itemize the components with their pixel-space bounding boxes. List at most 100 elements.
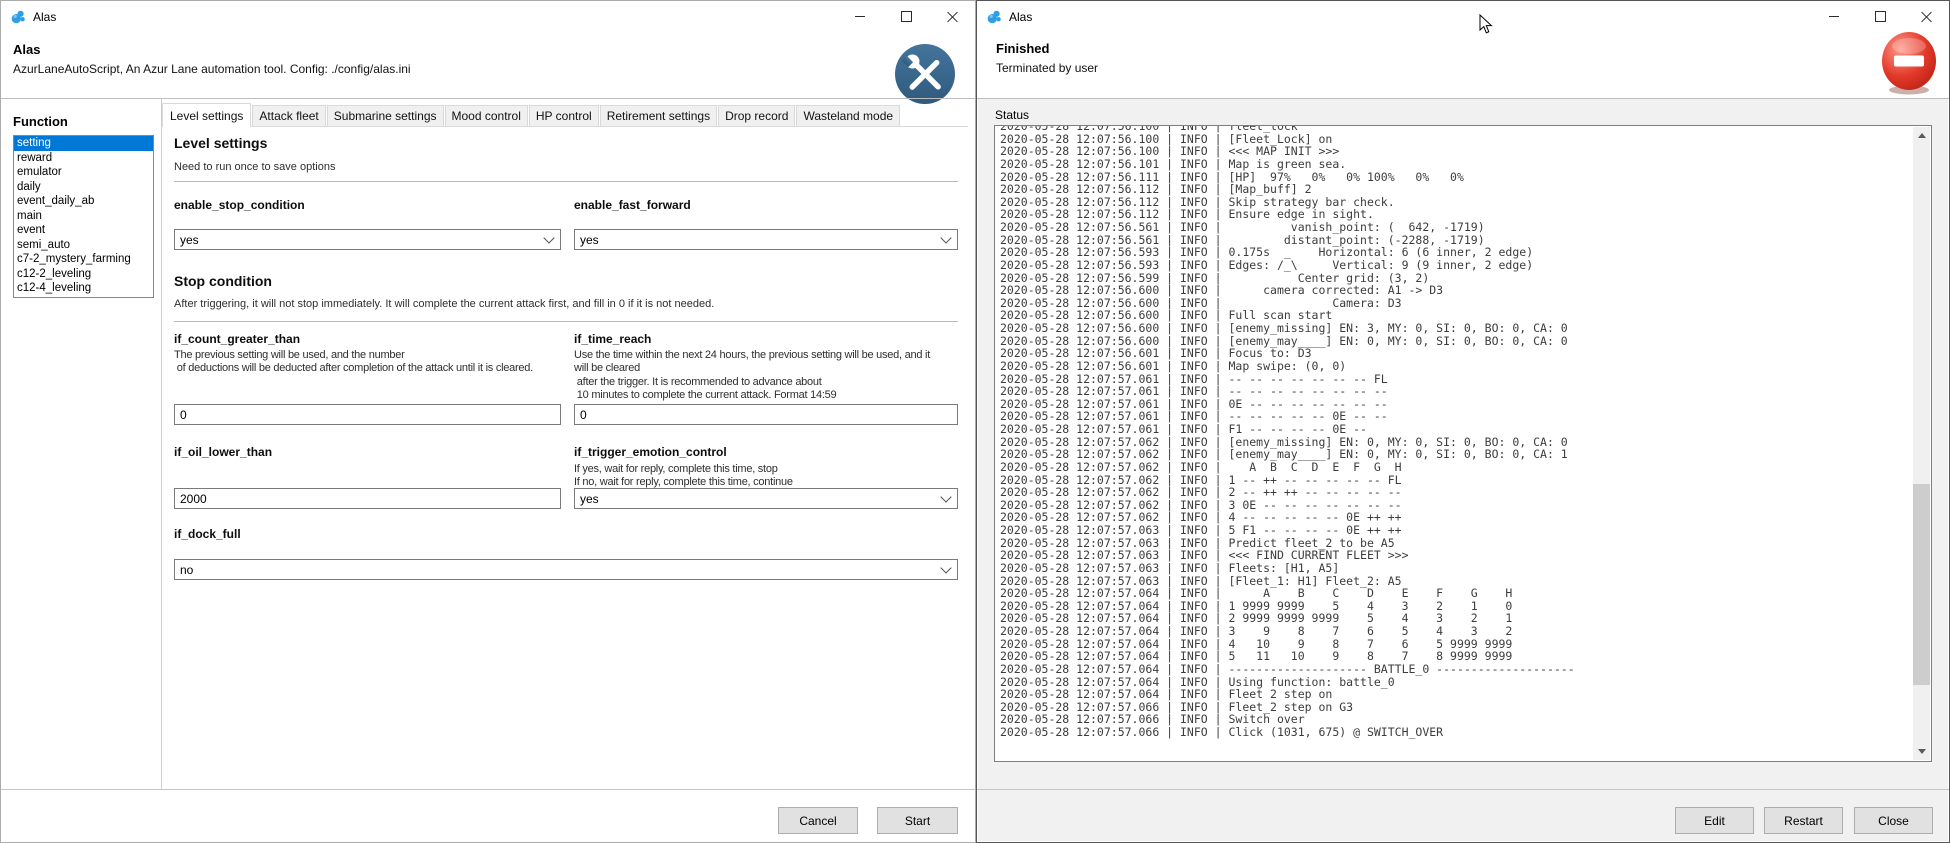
caption-buttons bbox=[1811, 1, 1949, 31]
log-line: 2020-05-28 12:07:57.064 | INFO | A B C D… bbox=[1000, 587, 1931, 600]
chevron-down-icon bbox=[940, 491, 951, 502]
chevron-down-icon bbox=[940, 232, 951, 243]
if-time-reach-label: if_time_reach bbox=[574, 332, 958, 346]
header-divider bbox=[1, 98, 975, 99]
function-list-item[interactable]: emulator bbox=[14, 165, 153, 180]
function-list-item[interactable]: event bbox=[14, 223, 153, 238]
tools-badge-icon bbox=[894, 43, 956, 110]
function-list-item[interactable]: setting bbox=[14, 136, 153, 151]
page-title: Alas bbox=[13, 42, 411, 57]
start-button[interactable]: Start bbox=[877, 807, 958, 834]
tab[interactable]: Attack fleet bbox=[252, 105, 325, 126]
section-title-level-settings: Level settings bbox=[174, 135, 267, 151]
log-line: 2020-05-28 12:07:56.593 | INFO | Edges: … bbox=[1000, 259, 1931, 272]
close-icon bbox=[1921, 11, 1932, 22]
edit-button[interactable]: Edit bbox=[1675, 807, 1754, 834]
if-time-reach-input[interactable] bbox=[574, 404, 958, 425]
titlebar[interactable]: Alas bbox=[1, 1, 975, 33]
log-line: 2020-05-28 12:07:56.561 | INFO | vanish_… bbox=[1000, 221, 1931, 234]
chevron-down-icon bbox=[543, 232, 554, 243]
run-status-subtitle: Terminated by user bbox=[996, 61, 1098, 75]
if-count-greater-than-input[interactable] bbox=[174, 404, 561, 425]
close-window-button[interactable]: Close bbox=[1854, 807, 1933, 834]
tab[interactable]: Wasteland mode bbox=[796, 105, 900, 126]
titlebar[interactable]: Alas bbox=[977, 1, 1949, 33]
log-line: 2020-05-28 12:07:57.066 | INFO | Click (… bbox=[1000, 726, 1931, 739]
enable-stop-condition-value: yes bbox=[180, 233, 199, 247]
log-line: 2020-05-28 12:07:57.062 | INFO | A B C D… bbox=[1000, 461, 1931, 474]
tab-strip: Level settingsAttack fleetSubmarine sett… bbox=[162, 102, 968, 127]
status-group-label: Status bbox=[995, 108, 1029, 122]
maximize-button[interactable] bbox=[1857, 1, 1903, 31]
tab[interactable]: HP control bbox=[529, 105, 599, 126]
field-description-line: 10 minutes to complete the current attac… bbox=[574, 389, 958, 402]
field-description-line: If yes, wait for reply, complete this ti… bbox=[574, 463, 958, 476]
page-subtitle: AzurLaneAutoScript, An Azur Lane automat… bbox=[13, 62, 411, 76]
tab[interactable]: Drop record bbox=[718, 105, 795, 126]
field-description-line: of deductions will be deducted after com… bbox=[174, 362, 561, 375]
function-list[interactable]: settingrewardemulatordailyevent_daily_ab… bbox=[13, 135, 154, 298]
log-line: 2020-05-28 12:07:57.063 | INFO | Fleets:… bbox=[1000, 562, 1931, 575]
if-oil-lower-than-input[interactable] bbox=[174, 488, 561, 509]
function-list-item[interactable]: c12-2_leveling bbox=[14, 267, 153, 282]
maximize-icon bbox=[901, 11, 912, 22]
if-count-greater-than-label: if_count_greater_than bbox=[174, 332, 561, 346]
function-panel-label: Function bbox=[13, 114, 68, 129]
function-list-item[interactable]: main bbox=[14, 209, 153, 224]
enable-stop-condition-label: enable_stop_condition bbox=[174, 198, 561, 212]
form-divider bbox=[174, 321, 958, 322]
if-dock-full-label: if_dock_full bbox=[174, 527, 561, 541]
level-settings-panel: Level settings Need to run once to save … bbox=[174, 131, 958, 661]
minimize-button[interactable] bbox=[1811, 1, 1857, 31]
function-list-item[interactable]: event_daily_ab bbox=[14, 194, 153, 209]
close-icon bbox=[947, 11, 958, 22]
footer-divider bbox=[977, 789, 1949, 790]
if-trigger-emotion-control-dropdown[interactable]: yes bbox=[574, 488, 958, 509]
function-list-item[interactable]: c12-4_leveling bbox=[14, 281, 153, 296]
if-dock-full-dropdown[interactable]: no bbox=[174, 559, 958, 580]
tab[interactable]: Level settings bbox=[162, 103, 251, 127]
function-list-item[interactable]: c7-2_mystery_farming bbox=[14, 252, 153, 267]
tab[interactable]: Submarine settings bbox=[327, 105, 444, 126]
if-count-greater-than-desc: The previous setting will be used, and t… bbox=[174, 349, 561, 376]
tab[interactable]: Retirement settings bbox=[600, 105, 717, 126]
if-trigger-emotion-control-desc: If yes, wait for reply, complete this ti… bbox=[574, 463, 958, 490]
field-description-line: will be cleared bbox=[574, 362, 958, 375]
log-line: 2020-05-28 12:07:56.601 | INFO | Focus t… bbox=[1000, 347, 1931, 360]
minimize-button[interactable] bbox=[837, 1, 883, 31]
section-desc-stop-condition: After triggering, it will not stop immed… bbox=[174, 298, 714, 310]
tab[interactable]: Mood control bbox=[445, 105, 528, 126]
close-button[interactable] bbox=[1903, 1, 1949, 31]
log-output[interactable]: 2020-05-28 12:07:56.100 | INFO | fleet_l… bbox=[994, 125, 1932, 762]
section-desc-level-settings: Need to run once to save options bbox=[174, 161, 335, 173]
section-title-stop-condition: Stop condition bbox=[174, 273, 272, 289]
log-line: 2020-05-28 12:07:56.600 | INFO | [enemy_… bbox=[1000, 322, 1931, 335]
cancel-button[interactable]: Cancel bbox=[778, 807, 858, 834]
enable-fast-forward-dropdown[interactable]: yes bbox=[574, 229, 958, 250]
chevron-down-icon bbox=[940, 562, 951, 573]
alas-config-window: Alas Alas AzurLaneAutoScript, An Azur La… bbox=[0, 0, 976, 843]
if-trigger-emotion-control-value: yes bbox=[580, 492, 599, 506]
log-scrollbar[interactable] bbox=[1913, 127, 1930, 760]
function-list-item[interactable]: daily bbox=[14, 180, 153, 195]
enable-stop-condition-dropdown[interactable]: yes bbox=[174, 229, 561, 250]
arrow-down-icon bbox=[1918, 749, 1926, 754]
minimize-icon bbox=[1829, 16, 1839, 17]
app-icon bbox=[10, 9, 26, 25]
window-title: Alas bbox=[33, 10, 56, 24]
log-line: 2020-05-28 12:07:57.063 | INFO | 5 F1 --… bbox=[1000, 524, 1931, 537]
scroll-down-button[interactable] bbox=[1913, 743, 1930, 760]
close-button[interactable] bbox=[929, 1, 975, 31]
log-line: 2020-05-28 12:07:56.100 | INFO | <<< MAP… bbox=[1000, 145, 1931, 158]
log-line: 2020-05-28 12:07:57.061 | INFO | -- -- -… bbox=[1000, 385, 1931, 398]
scroll-up-button[interactable] bbox=[1913, 127, 1930, 144]
app-icon bbox=[986, 9, 1002, 25]
log-line: 2020-05-28 12:07:56.101 | INFO | Map is … bbox=[1000, 158, 1931, 171]
scrollbar-thumb[interactable] bbox=[1913, 484, 1930, 685]
restart-button[interactable]: Restart bbox=[1764, 807, 1843, 834]
maximize-button[interactable] bbox=[883, 1, 929, 31]
form-divider bbox=[174, 181, 958, 182]
run-status-title: Finished bbox=[996, 41, 1098, 56]
function-list-item[interactable]: semi_auto bbox=[14, 238, 153, 253]
function-list-item[interactable]: reward bbox=[14, 151, 153, 166]
